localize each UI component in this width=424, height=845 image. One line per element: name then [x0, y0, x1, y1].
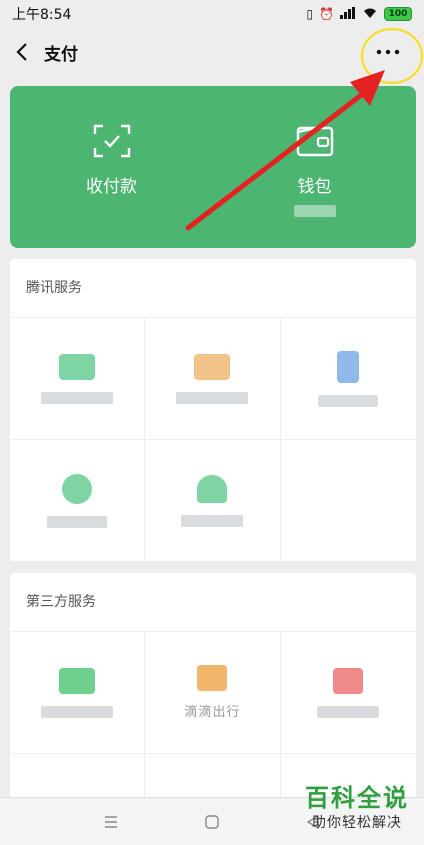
service-label-blurred [41, 705, 114, 718]
menu-icon [104, 815, 117, 828]
status-icons: ▯ ⏰ 100 [306, 6, 412, 22]
back-button[interactable] [0, 28, 44, 76]
more-dots-icon [376, 49, 400, 55]
alarm-icon: ⏰ [319, 7, 334, 21]
service-icon [194, 353, 231, 380]
service-item[interactable] [10, 754, 146, 803]
more-options-button[interactable] [366, 36, 410, 68]
pay-card: 收付款 钱包 [10, 86, 416, 248]
service-icon [59, 667, 96, 694]
section-title: 腾讯服务 [26, 280, 82, 296]
service-item[interactable] [10, 318, 146, 440]
wallet-button[interactable]: 钱包 [213, 86, 416, 248]
service-label: 滴滴出行 [184, 705, 241, 720]
third-party-services-section: 第三方服务 滴滴出行 [10, 573, 416, 803]
service-icon [333, 667, 364, 694]
service-item[interactable] [145, 318, 281, 440]
service-icon [62, 473, 93, 504]
service-item[interactable] [280, 632, 416, 754]
service-label-blurred [47, 515, 108, 528]
service-item[interactable] [145, 440, 281, 562]
watermark-sub: 助你轻松解决 [312, 815, 402, 831]
service-icon [337, 350, 360, 383]
service-label-blurred [41, 391, 114, 404]
wallet-balance-blurred [293, 205, 336, 217]
collect-pay-label: 收付款 [86, 177, 137, 197]
status-time: 上午8:54 [12, 7, 72, 23]
third-party-services-grid: 滴滴出行 [10, 631, 416, 803]
service-label-blurred [181, 514, 244, 527]
signal-icon [340, 6, 356, 22]
collect-pay-button[interactable]: 收付款 [10, 86, 213, 248]
vibrate-icon: ▯ [306, 7, 314, 21]
service-icon [197, 665, 228, 691]
service-icon [59, 353, 96, 380]
section-title: 第三方服务 [26, 594, 96, 610]
wallet-label: 钱包 [297, 177, 332, 197]
watermark-main: 百科全说 [305, 784, 409, 812]
service-label-blurred [317, 705, 380, 718]
service-item[interactable] [280, 318, 416, 440]
tencent-services-section: 腾讯服务 [10, 259, 416, 562]
wifi-icon [362, 7, 378, 22]
menu-button[interactable] [91, 802, 131, 842]
chevron-left-icon [16, 43, 27, 61]
nav-bar: 支付 [0, 28, 424, 76]
battery-icon: 100 [384, 7, 412, 21]
wallet-icon [296, 124, 333, 157]
service-label-blurred [176, 391, 249, 404]
service-label-blurred [318, 394, 379, 407]
watermark: 百科全说 助你轻松解决 [298, 783, 416, 837]
empty-cell [280, 440, 416, 562]
scan-frame-icon [93, 124, 130, 158]
home-button[interactable] [192, 802, 232, 842]
service-item[interactable] [10, 632, 146, 754]
status-bar: 上午8:54 ▯ ⏰ 100 [0, 0, 424, 28]
service-item-didi[interactable]: 滴滴出行 [145, 632, 281, 754]
page-title: 支付 [44, 44, 78, 65]
home-square-icon [205, 814, 219, 829]
service-item[interactable] [10, 440, 146, 562]
service-icon [197, 474, 228, 503]
service-item[interactable] [145, 754, 281, 803]
tencent-services-grid [10, 317, 416, 562]
